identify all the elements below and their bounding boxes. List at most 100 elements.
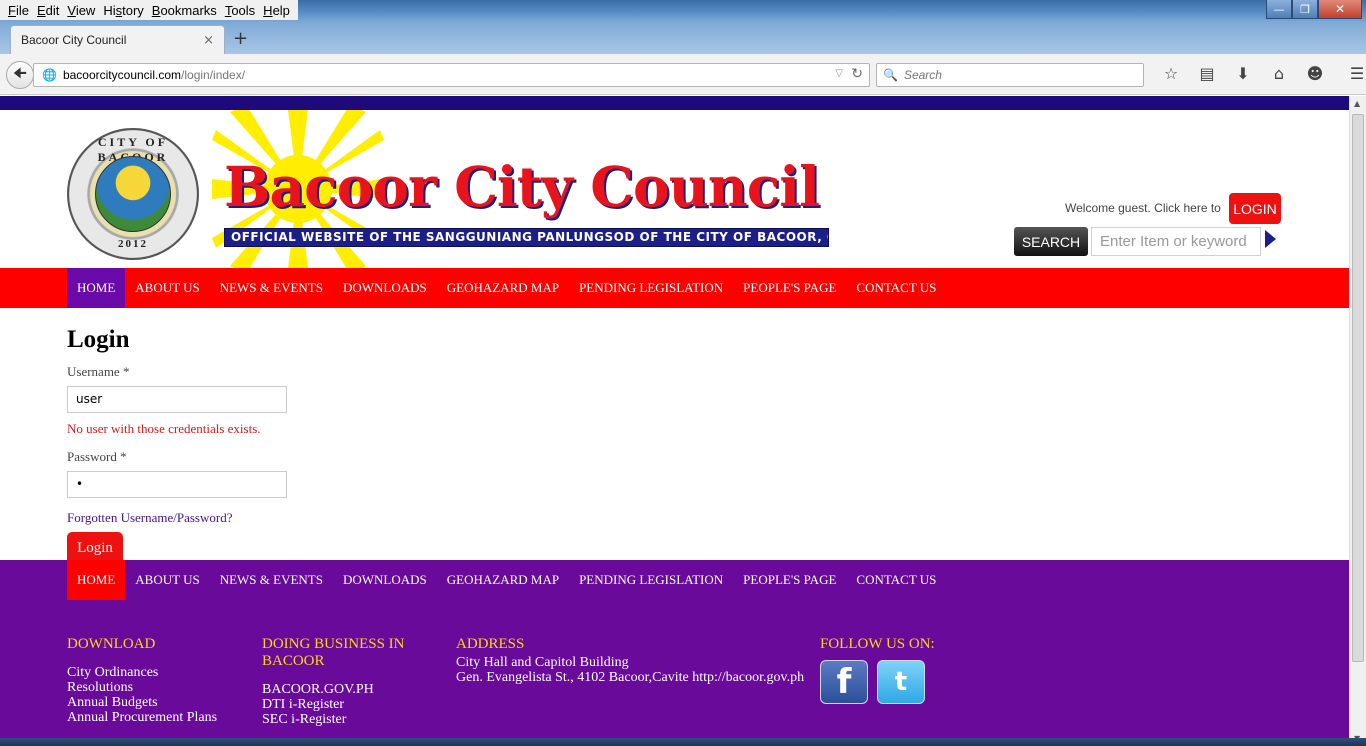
address-line-1: City Hall and Capitol Building [456,655,629,670]
nav-news-events[interactable]: NEWS & EVENTS [210,268,333,308]
footer-download-heading: DOWNLOAD [67,636,156,652]
nav-contact-us[interactable]: CONTACT US [846,268,946,308]
scroll-up-icon[interactable]: ▲ [1354,99,1360,108]
browser-search-input[interactable]: 🔍 Search [876,63,1144,87]
footer-business-heading: DOING BUSINESS IN BACOOR [262,636,405,670]
link-annual-procurement-plans[interactable]: Annual Procurement Plans [67,710,217,725]
menu-view[interactable]: View [63,3,99,18]
footer-follow-heading: FOLLOW US ON: [820,636,935,652]
footer-nav-peoples-page[interactable]: PEOPLE'S PAGE [733,560,846,600]
username-label: Username * [67,364,130,379]
navigation-toolbar: 🠈 🌐 bacoorcitycouncil.com /login/index/ … [0,54,1366,95]
window-controls: — ❐ ✕ [1266,0,1362,19]
scrollbar-thumb[interactable] [1352,114,1364,662]
header-login-button[interactable]: LOGIN [1229,193,1281,224]
password-label: Password * [67,449,127,464]
site-search-button[interactable]: SEARCH [1014,227,1088,256]
link-sec-iregister[interactable]: SEC i-Register [262,712,405,727]
url-path: /login/index/ [181,68,246,82]
link-dti-iregister[interactable]: DTI i-Register [262,697,405,712]
nav-home[interactable]: HOME [67,268,126,308]
address-bar[interactable]: 🌐 bacoorcitycouncil.com /login/index/ ▽ … [33,63,870,87]
site-footer: DOWNLOAD City Ordinances Resolutions Ann… [0,600,1349,746]
login-heading: Login [67,326,130,353]
login-form: Login Username * user No user with those… [67,326,467,565]
close-tab-icon[interactable]: × [203,33,214,48]
minimize-icon[interactable]: — [1266,0,1292,19]
link-bacoor-gov-ph[interactable]: BACOOR.GOV.PH [262,682,405,697]
top-color-strip [0,96,1349,110]
maximize-icon[interactable]: ❐ [1292,0,1318,19]
footer-nav-downloads[interactable]: DOWNLOADS [333,560,437,600]
url-host: bacoorcitycouncil.com [62,68,182,82]
toolbar-buttons: ☆ ▤ ⬇ ⌂ ☻ ☰ [1153,64,1366,83]
facebook-icon[interactable]: f [820,660,868,704]
footer-business-heading-line2: BACOOR [262,653,325,669]
menu-bookmarks[interactable]: Bookmarks [148,3,221,18]
password-input[interactable]: • [67,471,287,498]
link-city-ordinances[interactable]: City Ordinances [67,665,217,680]
search-go-arrow-icon[interactable] [1265,230,1276,248]
menu-tools[interactable]: Tools [221,3,259,18]
username-input[interactable]: user [67,386,287,413]
menu-bar: File Edit View History Bookmarks Tools H… [0,0,298,20]
footer-address-column: ADDRESS City Hall and Capitol Building G… [456,636,804,685]
nav-downloads[interactable]: DOWNLOADS [333,268,437,308]
link-annual-budgets[interactable]: Annual Budgets [67,695,217,710]
home-icon[interactable]: ⌂ [1261,64,1297,83]
nav-pending-legislation[interactable]: PENDING LEGISLATION [569,268,733,308]
vertical-scrollbar[interactable]: ▲ ▼ [1349,96,1366,746]
close-window-icon[interactable]: ✕ [1318,0,1362,19]
footer-download-column: DOWNLOAD City Ordinances Resolutions Ann… [67,636,217,725]
tab-bacoor-city-council[interactable]: Bacoor City Council × [10,25,225,54]
seal-year: 2012 [118,238,148,250]
back-arrow-icon[interactable]: 🠈 [6,61,34,89]
new-tab-icon[interactable]: + [233,28,248,49]
page-viewport: CITY OF BACOOR 2012 Bacoor City Council … [0,96,1349,746]
reload-icon[interactable]: ↻ [851,66,863,82]
main-navigation: HOME ABOUT US NEWS & EVENTS DOWNLOADS GE… [0,268,1349,308]
footer-navigation: HOME ABOUT US NEWS & EVENTS DOWNLOADS GE… [0,560,1349,600]
login-error-message: No user with those credentials exists. [67,421,261,436]
forgot-credentials-link[interactable]: Forgotten Username/Password? [67,510,467,526]
footer-address-heading: ADDRESS [456,636,525,652]
browser-search-placeholder: Search [903,68,942,82]
footer-business-column: DOING BUSINESS IN BACOOR BACOOR.GOV.PH D… [262,636,405,727]
menu-help[interactable]: Help [259,3,294,18]
menu-file[interactable]: File [4,3,33,18]
address-line-2: Gen. Evangelista St., 4102 Bacoor,Cavite… [456,670,805,685]
footer-nav-geohazard-map[interactable]: GEOHAZARD MAP [437,560,569,600]
nav-about-us[interactable]: ABOUT US [125,268,209,308]
chat-icon[interactable]: ☻ [1297,64,1333,83]
dropdown-arrow-icon[interactable]: ▽ [835,68,843,79]
menu-history[interactable]: History [99,3,147,18]
footer-nav-pending-legislation[interactable]: PENDING LEGISLATION [569,560,733,600]
os-taskbar [0,738,1366,746]
footer-nav-contact-us[interactable]: CONTACT US [846,560,946,600]
footer-business-list: BACOOR.GOV.PH DTI i-Register SEC i-Regis… [262,682,405,727]
footer-nav-home[interactable]: HOME [67,560,126,600]
hamburger-menu-icon[interactable]: ☰ [1339,64,1366,83]
footer-nav-news-events[interactable]: NEWS & EVENTS [210,560,333,600]
footer-business-heading-line1: DOING BUSINESS IN [262,636,405,652]
nav-peoples-page[interactable]: PEOPLE'S PAGE [733,268,846,308]
city-seal-logo: CITY OF BACOOR 2012 [67,128,199,260]
bookmark-star-icon[interactable]: ☆ [1153,64,1189,83]
window-titlebar: File Edit View History Bookmarks Tools H… [0,0,1366,22]
nav-geohazard-map[interactable]: GEOHAZARD MAP [437,268,569,308]
tab-strip: Bacoor City Council × + [0,22,1366,54]
menu-edit[interactable]: Edit [33,3,63,18]
site-title: Bacoor City Council [224,154,820,219]
footer-nav-about-us[interactable]: ABOUT US [125,560,209,600]
reading-list-icon[interactable]: ▤ [1189,64,1225,83]
tab-title: Bacoor City Council [21,33,127,47]
footer-address-lines: City Hall and Capitol Building Gen. Evan… [456,655,804,685]
footer-download-list: City Ordinances Resolutions Annual Budge… [67,665,217,725]
site-search-input[interactable]: Enter Item or keyword [1091,227,1261,256]
footer-follow-column: FOLLOW US ON: [820,636,935,653]
welcome-text: Welcome guest. Click here to [1065,201,1221,215]
download-icon[interactable]: ⬇ [1225,64,1261,83]
seal-emblem [95,156,171,232]
twitter-icon[interactable]: t [877,660,925,704]
link-resolutions[interactable]: Resolutions [67,680,217,695]
